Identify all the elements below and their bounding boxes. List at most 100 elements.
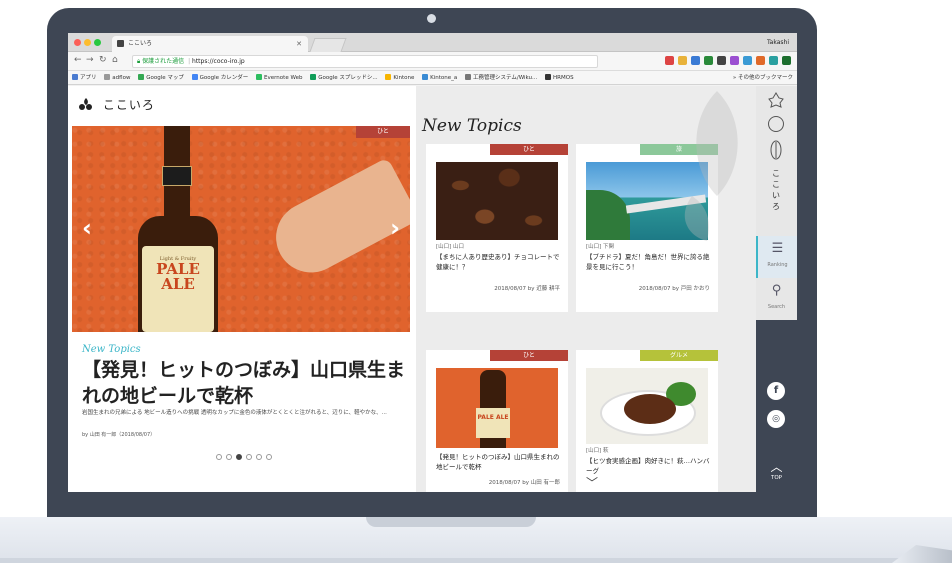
- laptop-base-shadow: [0, 558, 952, 563]
- slider-dot[interactable]: [246, 454, 252, 460]
- instagram-icon[interactable]: ◎: [767, 410, 785, 428]
- leaf-nav-icon[interactable]: [768, 92, 784, 108]
- folder-icon: [104, 74, 111, 80]
- laptop-notch: [366, 517, 536, 527]
- logo-leaf-icon: [79, 98, 92, 110]
- favicon-icon: [117, 40, 124, 47]
- article-card[interactable]: ひと [山口] 山口 【まちに人あり歴史あり】チョコレートで健康に！？ 2018…: [426, 144, 568, 312]
- bookmark-icon: [465, 74, 471, 80]
- extension-icon[interactable]: [756, 56, 765, 65]
- card-location: [山口] 萩: [586, 448, 609, 454]
- slider-dots: [216, 454, 272, 460]
- scroll-down-icon[interactable]: ﹀: [586, 474, 598, 491]
- extension-icon[interactable]: [782, 56, 791, 65]
- back-to-top-button[interactable]: ︿ TOP: [756, 458, 797, 481]
- category-tag[interactable]: ひと: [490, 350, 568, 361]
- facebook-icon[interactable]: f: [767, 382, 785, 400]
- extension-icon[interactable]: [704, 56, 713, 65]
- hero-section-label: New Topics: [82, 344, 141, 355]
- article-card[interactable]: グルメ [山口] 萩 【ヒツ食実感企画】肉好きに！萩…ハンバーグ: [576, 350, 718, 492]
- secure-label: 保護された通信: [142, 58, 185, 65]
- bookmark-item[interactable]: Google スプレッドシ...: [310, 71, 378, 84]
- bookmark-item[interactable]: Google マップ: [138, 71, 184, 84]
- bookmark-item[interactable]: 工務管理システム/Wiku...: [465, 71, 537, 84]
- bottle-neck-label: [162, 166, 192, 186]
- new-tab-button[interactable]: [309, 38, 347, 52]
- ranking-button[interactable]: ☰ Ranking: [756, 236, 797, 278]
- extension-icons: [665, 56, 791, 65]
- url-text: https://coco-iro.jp: [192, 58, 245, 65]
- top-label: TOP: [770, 475, 782, 481]
- apps-icon: [72, 74, 78, 80]
- lock-icon: 🔒︎: [137, 58, 141, 65]
- bookmark-item[interactable]: Google カレンダー: [191, 71, 248, 84]
- feather-nav-icon[interactable]: [770, 140, 782, 160]
- hero-byline: by 山田 有一郎（2018/08/07）: [82, 432, 156, 438]
- star-icon[interactable]: [678, 56, 687, 65]
- bookmark-item[interactable]: HRMOS: [545, 71, 574, 84]
- address-bar[interactable]: 🔒︎ 保護された通信 | https://coco-iro.jp: [132, 55, 598, 68]
- hero-slider[interactable]: Light & Fruity PALE ALE ひと ‹ ›: [72, 126, 410, 332]
- extension-icon[interactable]: [730, 56, 739, 65]
- forward-icon[interactable]: →: [86, 55, 94, 65]
- maximize-window-button[interactable]: [94, 39, 101, 46]
- home-icon[interactable]: ⌂: [112, 55, 118, 65]
- bookmark-item[interactable]: Evernote Web: [256, 71, 302, 84]
- profile-name[interactable]: Takashi: [767, 33, 789, 52]
- search-button[interactable]: ⚲ Search: [756, 278, 797, 320]
- category-tag[interactable]: グルメ: [640, 350, 718, 361]
- mini-bottle-label: PALE ALE: [476, 408, 510, 438]
- card-title: 【ブチドラ】夏だ！角島だ！世界に誇る絶景を見に行こう！: [586, 253, 710, 271]
- article-card[interactable]: ひと PALE ALE 【発見！ヒットのつぼみ】山口県生まれの地ビールで乾杯 2…: [426, 350, 568, 492]
- meat-shape: [624, 394, 676, 424]
- next-slide-icon[interactable]: ›: [390, 214, 400, 242]
- bookmark-item[interactable]: adflow: [104, 71, 130, 84]
- minimize-window-button[interactable]: [84, 39, 91, 46]
- chevron-up-icon: ︿: [770, 460, 783, 474]
- extension-icon[interactable]: [665, 56, 674, 65]
- extension-icon[interactable]: [769, 56, 778, 65]
- card-location: [山口] 山口: [436, 244, 465, 250]
- sheets-icon: [310, 74, 317, 80]
- search-label: Search: [767, 304, 786, 310]
- steak-image: [586, 368, 708, 444]
- slider-dot[interactable]: [236, 454, 242, 460]
- browser-tabbar: ここいろ ✕ Takashi: [68, 33, 797, 52]
- slider-dot[interactable]: [226, 454, 232, 460]
- extension-icon[interactable]: [691, 56, 700, 65]
- browser-tab[interactable]: ここいろ ✕: [112, 36, 308, 52]
- extension-icon[interactable]: [743, 56, 752, 65]
- hero-title[interactable]: 【発見！ヒットのつぼみ】山口県生まれの地ビールで乾杯: [82, 357, 406, 409]
- prev-slide-icon[interactable]: ‹: [82, 214, 92, 242]
- browser-toolbar: ← → ↻ ⌂ 🔒︎ 保護された通信 | https://coco-iro.jp: [68, 52, 797, 71]
- extension-icon[interactable]: [717, 56, 726, 65]
- bottle-label: Light & Fruity PALE ALE: [142, 246, 214, 332]
- slider-dot[interactable]: [266, 454, 272, 460]
- web-page: ここいろ Light & Fruity PALE ALE ひと ‹ › New …: [68, 86, 797, 492]
- category-tag[interactable]: ひと: [490, 144, 568, 155]
- slider-dot[interactable]: [256, 454, 262, 460]
- laptop-screen: ここいろ ✕ Takashi ← → ↻ ⌂ 🔒︎ 保護された通信 | http…: [68, 33, 797, 492]
- reload-icon[interactable]: ↻: [99, 55, 107, 65]
- kintone-icon: [422, 74, 429, 80]
- bookmark-item[interactable]: アプリ: [72, 71, 97, 84]
- decorative-leaf-icon: [684, 91, 738, 241]
- slider-dot[interactable]: [216, 454, 222, 460]
- bookmarks-bar: アプリ adflow Google マップ Google カレンダー Evern…: [68, 71, 797, 85]
- close-tab-icon[interactable]: ✕: [296, 36, 302, 52]
- side-nav: ここいろ ☰ Ranking ⚲ Search f ◎ ︿ TOP: [756, 86, 797, 492]
- back-icon[interactable]: ←: [74, 55, 82, 65]
- calendar-icon: [191, 74, 198, 80]
- card-byline: 2018/08/07 by 近藤 耕平: [494, 286, 560, 292]
- maps-icon: [138, 74, 145, 80]
- bookmark-item[interactable]: Kintone_a: [422, 71, 457, 84]
- side-nav-top: ここいろ: [756, 86, 797, 236]
- hero-description: 岩国生まれの兄弟による 地ビール造りへの挑戦 透明なカップに金色の液体がとくとく…: [82, 410, 387, 416]
- apple-nav-icon[interactable]: [768, 116, 784, 132]
- category-tag[interactable]: ひと: [356, 126, 410, 138]
- other-bookmarks[interactable]: » その他のブックマーク: [733, 71, 793, 84]
- site-logo[interactable]: ここいろ: [78, 96, 155, 113]
- bookmark-item[interactable]: Kintone: [385, 71, 414, 84]
- camera: [427, 14, 436, 23]
- close-window-button[interactable]: [74, 39, 81, 46]
